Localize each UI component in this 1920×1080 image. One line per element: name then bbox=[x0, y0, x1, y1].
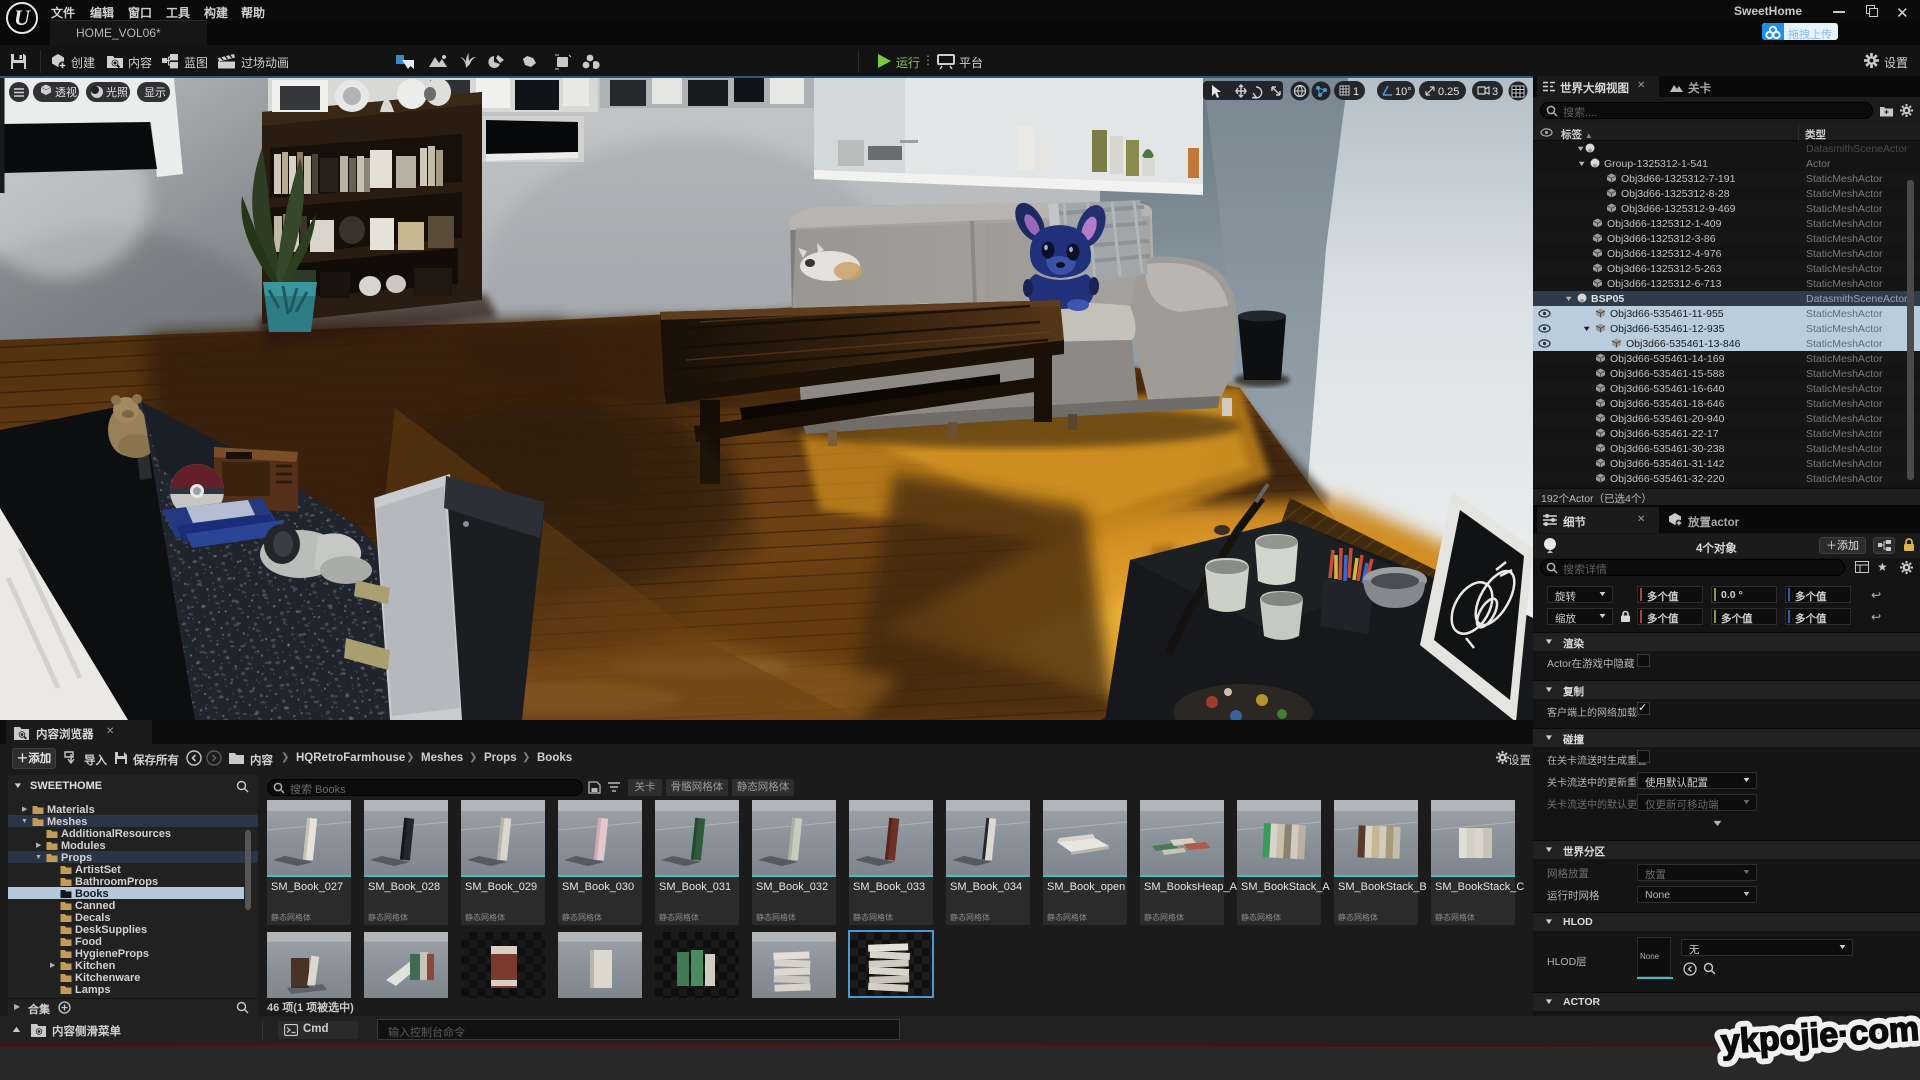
svg-text:3: 3 bbox=[1492, 86, 1498, 98]
svg-text:光照: 光照 bbox=[106, 85, 128, 99]
svg-text:1: 1 bbox=[1353, 86, 1359, 98]
svg-text:透视: 透视 bbox=[55, 85, 77, 99]
svg-text:10°: 10° bbox=[1395, 86, 1412, 98]
svg-text:显示: 显示 bbox=[144, 86, 166, 99]
svg-text:0.25: 0.25 bbox=[1438, 86, 1459, 98]
svg-text:ykpojie·com: ykpojie·com bbox=[1720, 1010, 1920, 1062]
